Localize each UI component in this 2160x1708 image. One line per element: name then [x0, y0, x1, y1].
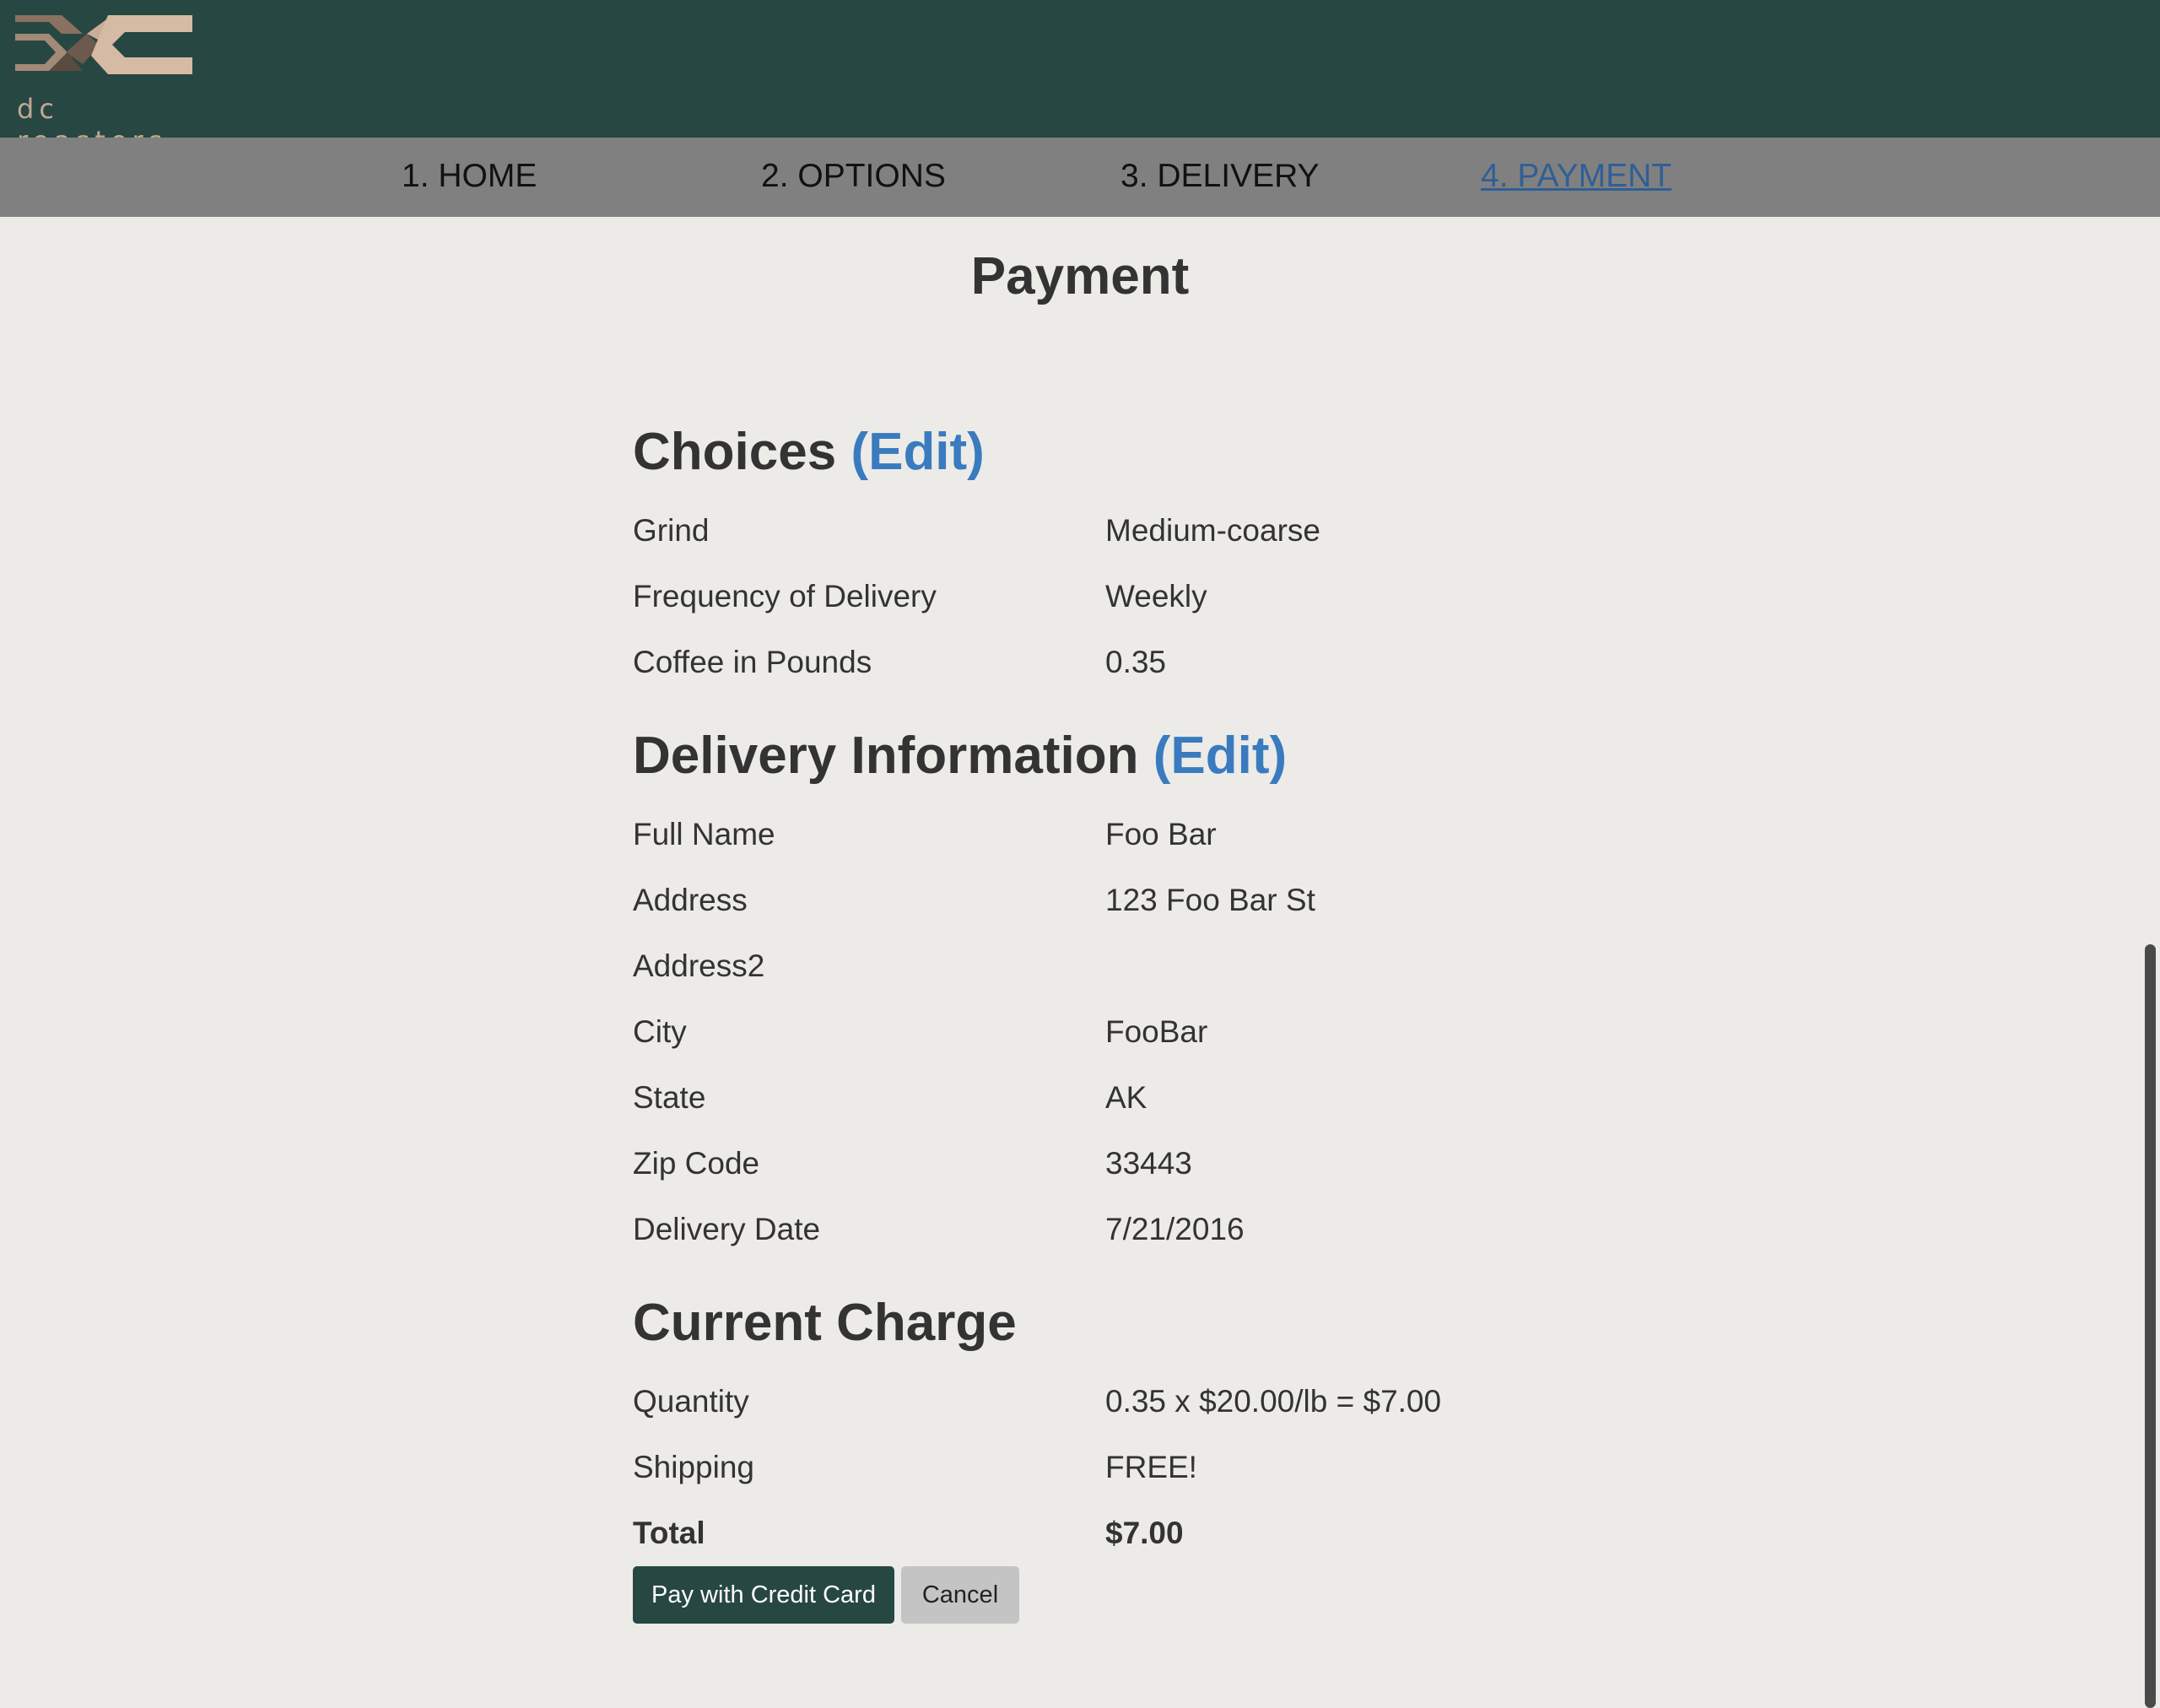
delivery-date-label: Delivery Date [633, 1212, 821, 1246]
delivery-heading-text: Delivery Information [633, 727, 1139, 785]
dc-roasters-logo[interactable]: dc roasters [15, 15, 192, 157]
page-title: Payment [970, 247, 1190, 305]
vertical-scrollbar[interactable] [2141, 217, 2160, 1708]
total-label: Total [633, 1516, 705, 1550]
quantity-label: Quantity [633, 1384, 749, 1419]
address-label: Address [633, 883, 748, 917]
nav-step-home[interactable]: 1. HOME [402, 158, 537, 195]
coffee-pounds-value: 0.35 [1105, 645, 1167, 679]
state-label: State [633, 1080, 706, 1115]
delivery-heading: Delivery Information (Edit) [633, 726, 1287, 786]
logo-mark-icon [15, 15, 192, 74]
grind-value: Medium-coarse [1105, 513, 1320, 548]
frequency-value: Weekly [1105, 579, 1207, 613]
cancel-button[interactable]: Cancel [901, 1566, 1019, 1624]
site-header: dc roasters [0, 0, 2160, 157]
state-value: AK [1105, 1080, 1148, 1115]
quantity-value: 0.35 x $20.00/lb = $7.00 [1105, 1384, 1442, 1419]
nav-step-options[interactable]: 2. OPTIONS [761, 158, 946, 195]
zip-code-value: 33443 [1105, 1146, 1192, 1181]
city-label: City [633, 1014, 687, 1049]
current-charge-heading: Current Charge [633, 1294, 1017, 1352]
shipping-value: FREE! [1105, 1450, 1197, 1484]
scrollbar-thumb[interactable] [2145, 944, 2156, 1708]
frequency-label: Frequency of Delivery [633, 579, 937, 613]
coffee-pounds-label: Coffee in Pounds [633, 645, 872, 679]
address2-label: Address2 [633, 949, 765, 983]
choices-heading-text: Choices [633, 423, 837, 481]
nav-step-payment[interactable]: 4. PAYMENT [1481, 158, 1671, 195]
total-value: $7.00 [1105, 1516, 1184, 1550]
nav-step-delivery[interactable]: 3. DELIVERY [1120, 158, 1320, 195]
delivery-date-value: 7/21/2016 [1105, 1212, 1245, 1246]
grind-label: Grind [633, 513, 710, 548]
full-name-value: Foo Bar [1105, 817, 1217, 851]
pay-with-credit-card-button[interactable]: Pay with Credit Card [633, 1566, 894, 1624]
address-value: 123 Foo Bar St [1105, 883, 1315, 917]
step-navigation: 1. HOME 2. OPTIONS 3. DELIVERY 4. PAYMEN… [0, 138, 2160, 217]
shipping-label: Shipping [633, 1450, 755, 1484]
city-value: FooBar [1105, 1014, 1208, 1049]
zip-code-label: Zip Code [633, 1146, 760, 1181]
edit-choices-link[interactable]: (Edit) [850, 423, 984, 481]
choices-heading: Choices (Edit) [633, 422, 985, 482]
edit-delivery-link[interactable]: (Edit) [1153, 727, 1287, 785]
full-name-label: Full Name [633, 817, 775, 851]
